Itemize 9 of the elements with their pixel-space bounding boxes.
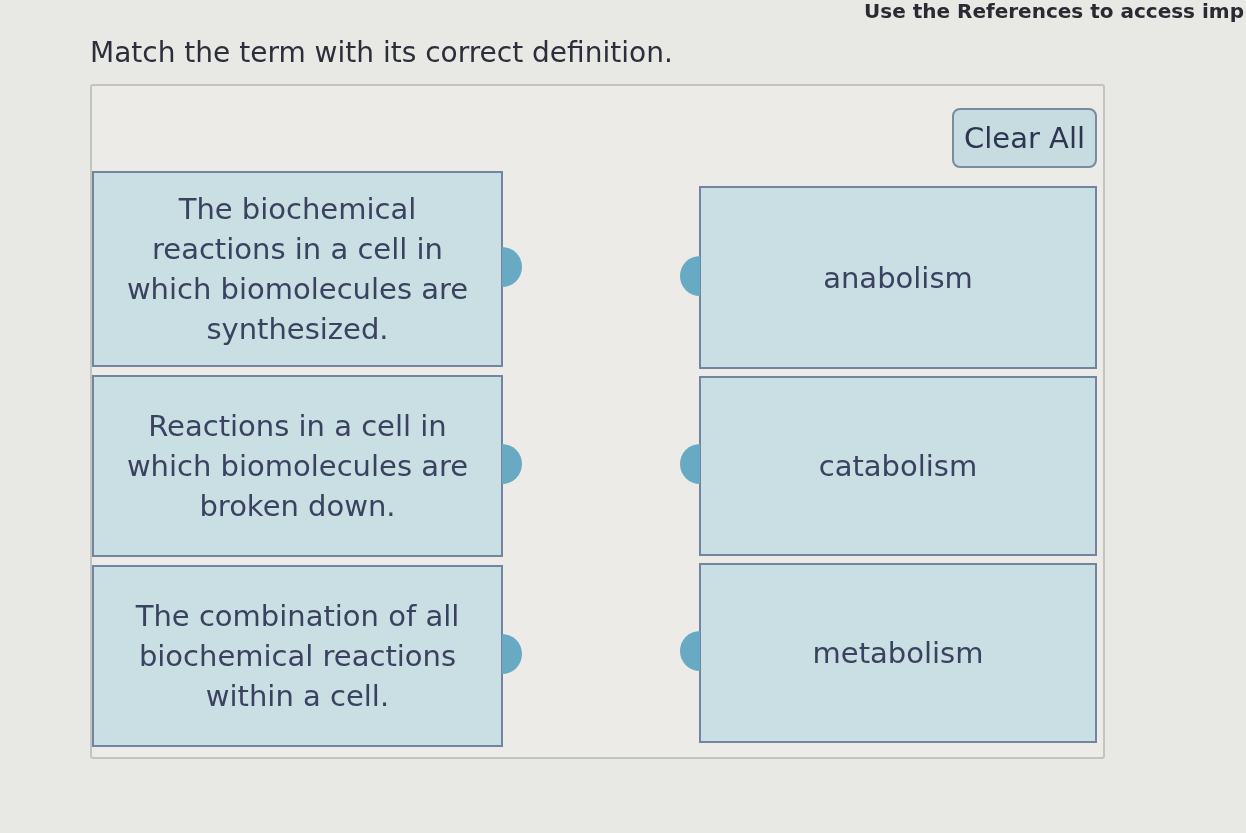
definition-text: The biochemical reactions in a cell in which biomolecules are synthesized. [125,191,470,348]
definition-text: Reactions in a cell in which biomolecules are broken down. [125,408,470,525]
definition-text: The combination of all biochemical reactions within a cell. [134,598,461,715]
term-text: anabolism [823,259,973,297]
clear-all-button[interactable]: Clear All [952,108,1097,168]
references-note: Use the References to access imp [864,0,1245,22]
term-text: metabolism [812,635,984,672]
term-text: catabolism [818,448,978,485]
question-prompt: Match the term with its correct definition. [90,36,673,70]
